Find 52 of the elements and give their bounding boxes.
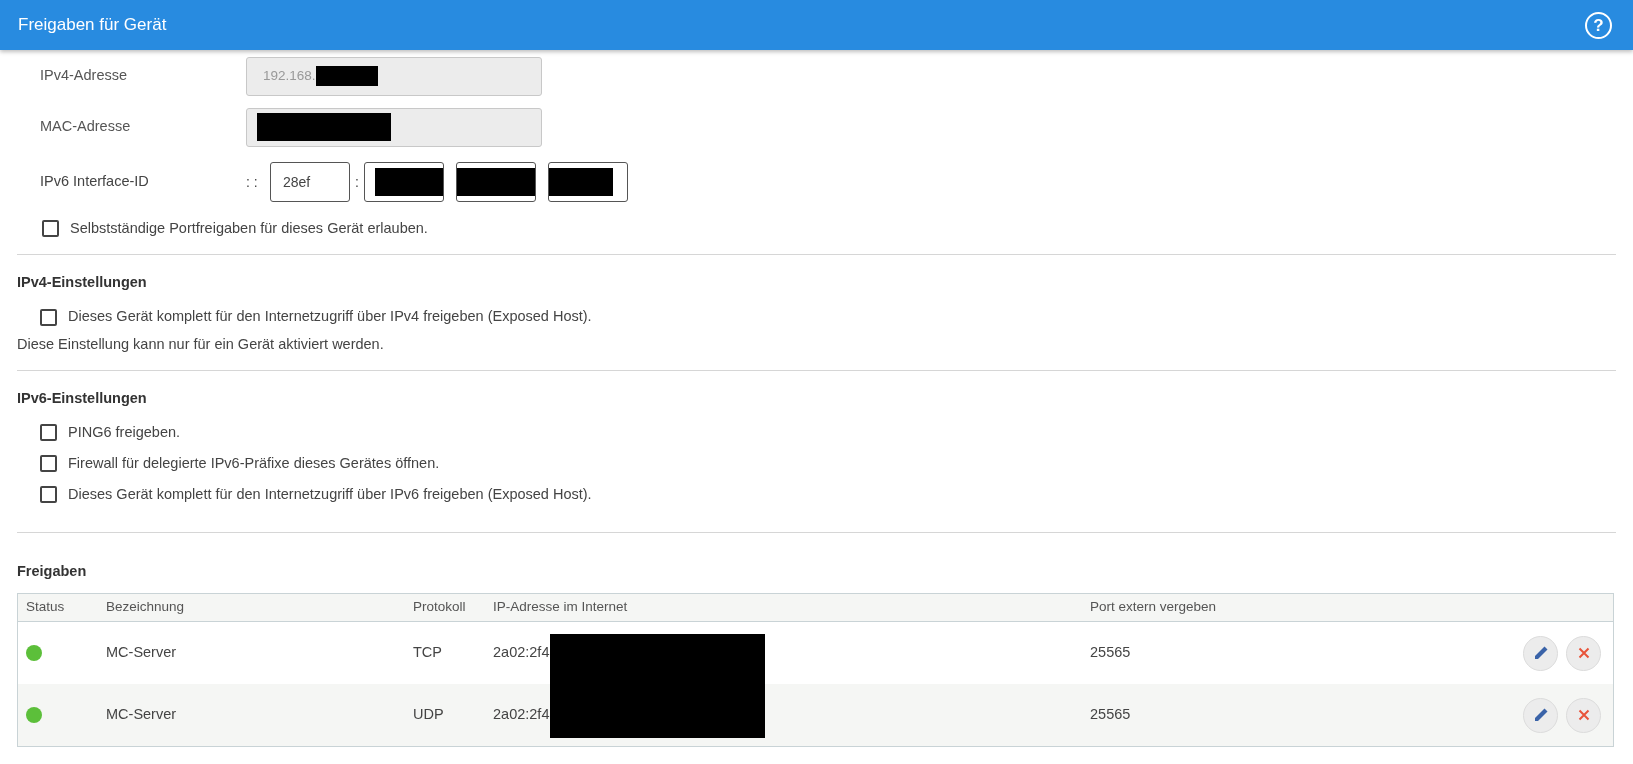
checkbox[interactable] xyxy=(40,424,57,442)
delete-button[interactable] xyxy=(1566,635,1601,671)
redaction-block xyxy=(374,168,443,196)
column-header: Port extern vergeben xyxy=(1090,598,1218,617)
checkbox-label: Dieses Gerät komplett für den Internetzugriff über IPv4 freigeben (Exposed Host). xyxy=(68,307,592,327)
column-header: Status xyxy=(26,598,66,617)
edit-button[interactable] xyxy=(1523,697,1558,733)
section-heading: IPv4-Einstellungen xyxy=(17,273,148,292)
column-header: IP-Adresse im Internet xyxy=(493,598,629,617)
section-heading: Freigaben xyxy=(17,562,88,582)
checkbox-label: Selbstständige Portfreigaben für dieses Gerät erlauben. xyxy=(70,218,428,238)
edit-button[interactable] xyxy=(1523,635,1558,671)
delete-button[interactable] xyxy=(1566,697,1601,733)
redaction-block xyxy=(548,168,613,196)
note-text: Diese Einstellung kann nur für ein Gerät aktiviert werden. xyxy=(17,334,385,354)
ipv4-field[interactable]: 192.168. xyxy=(246,56,542,96)
mac-field[interactable] xyxy=(246,107,542,147)
checkbox[interactable] xyxy=(40,308,57,326)
section-heading: IPv6-Einstellungen xyxy=(17,388,148,408)
separator-text: : : xyxy=(246,172,259,192)
ipv6-group-field[interactable] xyxy=(455,162,536,202)
field-label: IPv4-Adresse xyxy=(40,66,129,86)
checkbox[interactable] xyxy=(40,455,57,473)
field-label: MAC-Adresse xyxy=(40,117,132,137)
help-button[interactable]: ? xyxy=(1585,11,1612,39)
table-cell-text: MC-Server xyxy=(106,705,178,725)
close-icon xyxy=(1577,709,1590,721)
table-cell-text: 25565 xyxy=(1090,643,1132,663)
checkbox[interactable] xyxy=(42,220,59,237)
field-label: IPv6 Interface-ID xyxy=(40,172,150,192)
table-cell-text: 2a02:2f4 xyxy=(493,705,551,725)
pencil-icon xyxy=(1532,707,1549,723)
checkbox-label: Firewall für delegierte IPv6-Präfixe dieses Gerätes öffnen. xyxy=(68,453,440,473)
table-cell-text: 2a02:2f4 xyxy=(493,643,551,663)
ipv6-group-field[interactable]: 28ef xyxy=(270,162,350,202)
column-header: Protokoll xyxy=(413,598,467,617)
window-title: Freigaben für Gerät xyxy=(18,14,167,37)
ipv6-group-field[interactable] xyxy=(363,162,444,202)
checkbox[interactable] xyxy=(40,486,57,504)
close-icon xyxy=(1577,647,1590,659)
table-cell-text: TCP xyxy=(413,643,443,663)
table-cell-text: MC-Server xyxy=(106,643,178,663)
checkbox-label: PING6 freigeben. xyxy=(68,422,181,442)
column-header: Bezeichnung xyxy=(106,598,186,617)
table-cell-text: UDP xyxy=(413,705,445,725)
field-value: 28ef xyxy=(283,172,311,192)
table-cell-text: 25565 xyxy=(1090,705,1132,725)
field-value: 192.168. xyxy=(263,66,316,85)
ipv6-group-field[interactable] xyxy=(547,162,628,202)
separator-text: : xyxy=(355,172,359,192)
pencil-icon xyxy=(1532,645,1549,661)
checkbox-label: Dieses Gerät komplett für den Internetzugriff über IPv6 freigeben (Exposed Host). xyxy=(68,484,592,504)
